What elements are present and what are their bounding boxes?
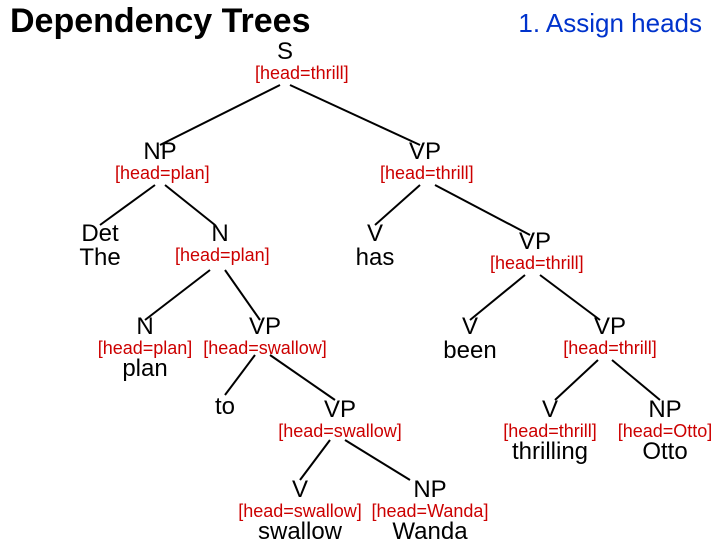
cat-label: V	[440, 315, 500, 339]
node-n-plan: N [head=plan] plan	[95, 315, 195, 381]
terminal: has	[350, 246, 400, 270]
cat-label: N	[95, 315, 195, 339]
cat-label: VP	[560, 315, 660, 339]
node-s: S [head=thrill]	[255, 40, 315, 82]
node-v-thrill: V [head=thrill] thrilling	[490, 398, 610, 464]
head-annot: [head=plan]	[175, 246, 265, 264]
node-v-swallow: V [head=swallow] swallow	[230, 478, 370, 540]
node-vp: VP [head=thrill]	[380, 140, 470, 182]
node-v-been: V been	[440, 315, 500, 363]
node-to: to	[205, 395, 245, 419]
head-annot: [head=thrill]	[255, 64, 315, 82]
step-label: 1. Assign heads	[518, 8, 702, 39]
slide: Dependency Trees 1. Assign heads S [head…	[0, 0, 720, 540]
cat-label: S	[255, 40, 315, 64]
node-np-wanda: NP [head=Wanda] Wanda	[370, 478, 490, 540]
terminal: Wanda	[370, 520, 490, 540]
cat-label: NP	[115, 140, 205, 164]
head-annot: [head=swallow]	[275, 422, 405, 440]
cat-label: V	[350, 222, 400, 246]
terminal: Otto	[615, 440, 715, 464]
cat-label: Det	[70, 222, 130, 246]
terminal: thrilling	[490, 440, 610, 464]
cat-label: VP	[275, 398, 405, 422]
terminal: The	[70, 246, 130, 270]
terminal: plan	[95, 357, 195, 381]
node-np-otto: NP [head=Otto] Otto	[615, 398, 715, 464]
node-vp3: VP [head=thrill]	[560, 315, 660, 357]
cat-label: VP	[380, 140, 470, 164]
node-vp-swallow2: VP [head=swallow]	[275, 398, 405, 440]
cat-label: VP	[490, 230, 580, 254]
head-annot: [head=swallow]	[200, 339, 330, 357]
node-vp-swallow: VP [head=swallow]	[200, 315, 330, 357]
cat-label: NP	[615, 398, 715, 422]
node-np: NP [head=plan]	[115, 140, 205, 182]
head-annot: [head=plan]	[115, 164, 205, 182]
terminal: been	[440, 339, 500, 363]
cat-label: N	[175, 222, 265, 246]
page-title: Dependency Trees	[10, 2, 310, 41]
node-vp2: VP [head=thrill]	[490, 230, 580, 272]
terminal: swallow	[230, 520, 370, 540]
cat-label: NP	[370, 478, 490, 502]
head-annot: [head=thrill]	[490, 254, 580, 272]
node-det: Det The	[70, 222, 130, 270]
terminal: to	[205, 395, 245, 419]
cat-label: VP	[200, 315, 330, 339]
node-v-has: V has	[350, 222, 400, 270]
head-annot: [head=thrill]	[380, 164, 470, 182]
node-n: N [head=plan]	[175, 222, 265, 264]
cat-label: V	[490, 398, 610, 422]
cat-label: V	[230, 478, 370, 502]
head-annot: [head=thrill]	[560, 339, 660, 357]
